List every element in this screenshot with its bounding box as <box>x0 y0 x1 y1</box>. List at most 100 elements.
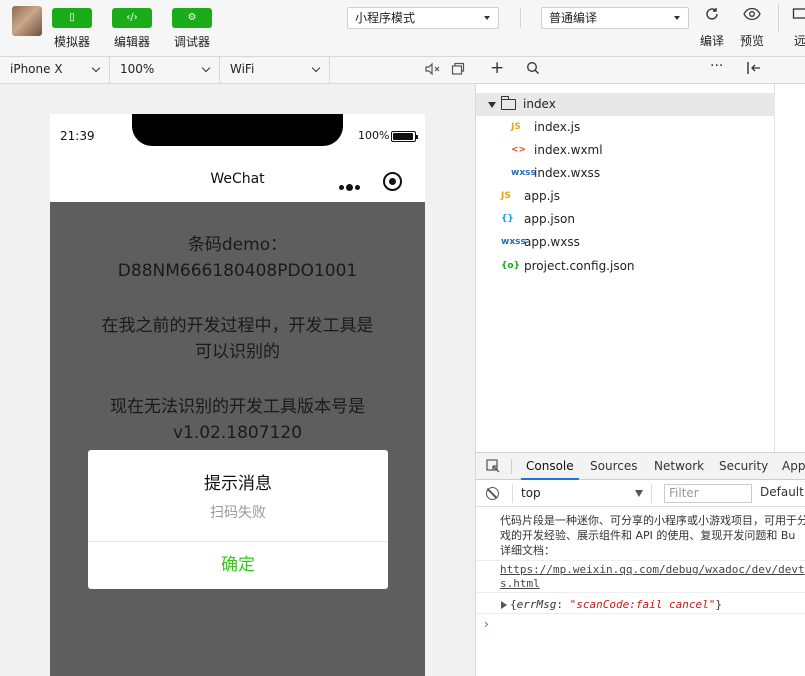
zoom-select[interactable]: 100% <box>110 57 220 83</box>
log-levels-select[interactable]: Default l <box>760 485 805 499</box>
content-line: 在我之前的开发过程中，开发工具是 <box>101 316 374 336</box>
simulator-label: 模拟器 <box>53 35 90 49</box>
search-icon[interactable] <box>526 61 540 79</box>
file-name: project.config.json <box>524 259 635 273</box>
phone-icon: ▯ <box>52 8 92 28</box>
chevron-down-icon <box>201 63 211 73</box>
clear-console-icon[interactable] <box>486 487 499 500</box>
battery-percent: 100% <box>358 129 390 142</box>
debugger-label: 调试器 <box>173 35 210 49</box>
console-link[interactable]: https://mp.weixin.qq.com/debug/wxadoc/de… <box>476 563 805 593</box>
tab-network[interactable]: Network <box>654 453 704 480</box>
context-value: top <box>521 486 541 500</box>
file-type-icon: JS <box>511 122 521 132</box>
file-name: app.json <box>524 212 575 226</box>
folder-name: index <box>523 97 556 111</box>
add-icon[interactable]: + <box>490 58 504 78</box>
compile-select[interactable]: 普通编译 <box>541 7 689 29</box>
mute-icon[interactable] <box>424 62 440 80</box>
tab-sources[interactable]: Sources <box>590 453 637 480</box>
object-close: } <box>715 598 722 611</box>
debugger-button[interactable]: ⚙ 调试器 <box>172 8 212 50</box>
zoom-value: 100% <box>120 62 155 76</box>
more-dots-icon[interactable] <box>339 179 362 193</box>
object-value: "scanCode:fail cancel" <box>569 598 716 611</box>
collapse-panel-icon[interactable] <box>746 61 762 79</box>
mode-select-value: 小程序模式 <box>355 11 416 25</box>
device-select[interactable]: iPhone X <box>0 57 110 83</box>
tab-console[interactable]: Console <box>521 453 579 480</box>
device-bar: iPhone X 100% WiFi <box>0 57 476 84</box>
tree-file[interactable]: <> index.wxml <box>476 139 775 162</box>
context-select[interactable]: top <box>512 484 652 503</box>
remote-icon <box>790 6 805 28</box>
tree-file[interactable]: wxss app.wxss <box>476 231 775 254</box>
devtools-panel: Console Sources Network Security App top… <box>476 452 805 676</box>
tree-file[interactable]: wxss index.wxss <box>476 162 775 185</box>
compile-select-value: 普通编译 <box>549 11 598 25</box>
console-prompt-icon[interactable]: › <box>484 617 489 631</box>
alert-modal: 提示消息 扫码失败 确定 <box>88 450 388 589</box>
close-capsule-icon[interactable] <box>383 172 402 191</box>
devtools-tabs: Console Sources Network Security App <box>476 453 805 480</box>
content-line: 可以识别的 <box>195 342 280 362</box>
inspect-icon[interactable] <box>486 459 501 477</box>
content-line: D88NM666180408PDO1001 <box>117 261 358 281</box>
compile-label: 编译 <box>699 34 724 48</box>
main-toolbar: ▯ 模拟器 ‹/› 编辑器 ⚙ 调试器 小程序模式 普通编译 编译 预览 远 <box>0 0 805 57</box>
confirm-button[interactable]: 确定 <box>88 542 388 589</box>
tree-folder-index[interactable]: index <box>476 93 775 116</box>
object-colon: : <box>556 598 570 611</box>
network-select[interactable]: WiFi <box>220 57 330 83</box>
expand-triangle-icon[interactable] <box>501 601 507 609</box>
compile-button[interactable]: 编译 <box>699 6 725 49</box>
popout-icon[interactable] <box>451 62 465 80</box>
status-time: 21:39 <box>60 129 95 143</box>
refresh-icon <box>699 6 725 28</box>
settings-icon: ⚙ <box>172 8 212 28</box>
remote-debug-button[interactable]: 远 <box>790 6 805 49</box>
file-type-icon: <> <box>511 145 527 155</box>
code-icon: ‹/› <box>112 8 152 28</box>
tree-file[interactable]: JS app.js <box>476 185 775 208</box>
notch <box>132 114 343 146</box>
simulator-button[interactable]: ▯ 模拟器 <box>52 8 92 50</box>
nav-title: WeChat <box>210 171 265 187</box>
object-open: { <box>510 598 517 611</box>
tab-security[interactable]: Security <box>719 453 768 480</box>
preview-label: 预览 <box>739 34 764 48</box>
divider <box>520 8 521 28</box>
tree-file[interactable]: JS index.js <box>476 116 775 139</box>
file-type-icon: JS <box>501 191 511 201</box>
tab-app[interactable]: App <box>782 453 805 480</box>
console-text: 代码片段是一种迷你、可分享的小程序或小游戏项目，可用于分 <box>500 514 805 527</box>
battery-icon <box>391 131 418 142</box>
mode-select[interactable]: 小程序模式 <box>347 7 499 29</box>
caret-down-icon <box>674 16 680 20</box>
device-value: iPhone X <box>10 62 63 76</box>
chevron-down-icon <box>91 63 101 73</box>
filter-input[interactable]: Filter <box>664 484 752 503</box>
object-key: errMsg <box>516 598 557 611</box>
preview-button[interactable]: 预览 <box>737 6 767 49</box>
modal-content: 扫码失败 <box>210 505 266 521</box>
console-object[interactable]: {errMsg: "scanCode:fail cancel"} <box>476 596 805 614</box>
avatar[interactable] <box>12 6 42 36</box>
triangle-down-icon <box>635 490 643 497</box>
console-filter-bar: top Filter Default l <box>476 480 805 507</box>
tree-file[interactable]: {} app.json <box>476 208 775 231</box>
more-icon[interactable]: ··· <box>710 58 723 74</box>
console-message: 代码片段是一种迷你、可分享的小程序或小游戏项目，可用于分 戏的开发经验、展示组件… <box>476 513 805 561</box>
simulator-panel: 21:39 100% WeChat 条码demo： D88NM666180408… <box>0 84 476 676</box>
editor-button[interactable]: ‹/› 编辑器 <box>112 8 152 50</box>
console-text: 戏的开发经验、展示组件和 API 的使用、复现开发问题和 Bu <box>500 529 796 542</box>
status-bar: 21:39 100% <box>50 114 425 158</box>
tree-file[interactable]: {o} project.config.json <box>476 255 775 278</box>
phone-screen: 21:39 100% WeChat 条码demo： D88NM666180408… <box>50 114 425 676</box>
file-type-icon: wxss <box>501 237 526 247</box>
nav-bar: WeChat <box>50 158 425 202</box>
divider <box>511 459 512 474</box>
network-value: WiFi <box>230 62 255 76</box>
link-text: s.html <box>500 577 540 590</box>
file-name: app.wxss <box>524 235 580 249</box>
